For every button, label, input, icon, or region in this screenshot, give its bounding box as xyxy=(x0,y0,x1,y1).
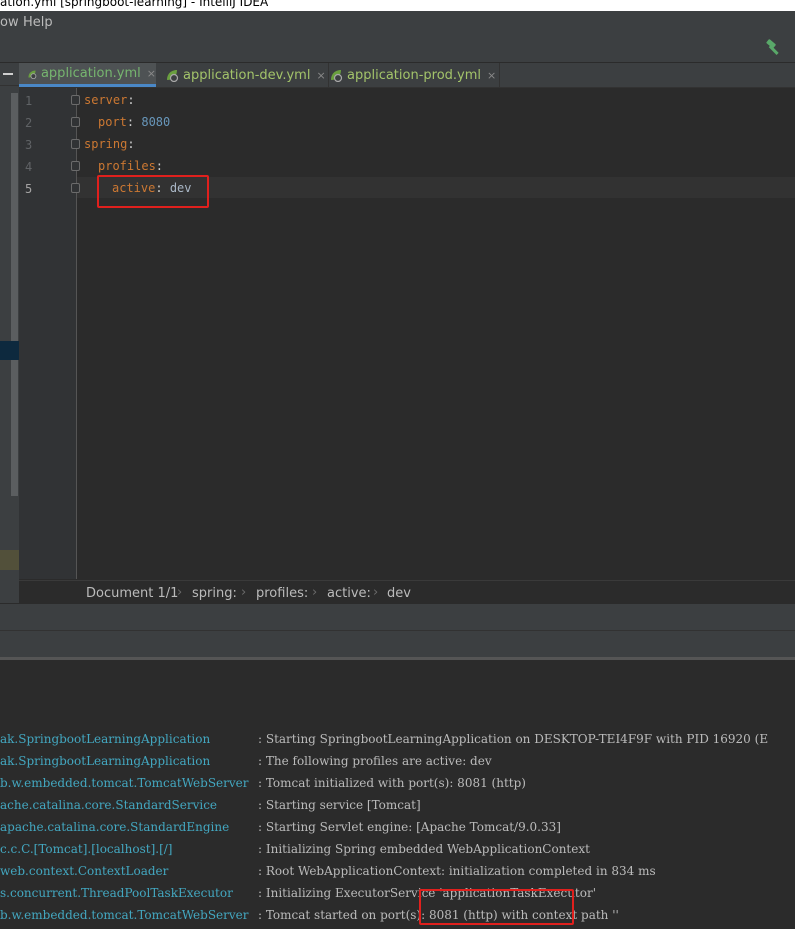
fold-marker-icon[interactable] xyxy=(71,95,80,105)
window-title-bar: ation.yml [springboot-learning] - Intell… xyxy=(0,0,795,11)
spring-leaf-icon xyxy=(331,70,343,82)
project-panel xyxy=(0,63,19,603)
spring-leaf-icon xyxy=(28,69,37,79)
tab-label: application-prod.yml xyxy=(347,67,482,83)
breadcrumb-item[interactable]: active: xyxy=(327,586,371,601)
project-panel-header xyxy=(0,63,19,86)
editor-tab-bar: application.yml × application-dev.yml × … xyxy=(19,63,795,88)
project-highlighted-row[interactable] xyxy=(0,550,19,570)
run-toolbar xyxy=(0,604,795,631)
breadcrumb-separator: › xyxy=(312,585,318,600)
breadcrumb-separator: › xyxy=(373,585,379,600)
breadcrumb-item[interactable]: spring: xyxy=(192,586,237,601)
menu-help[interactable]: Help xyxy=(23,15,53,30)
tab-application-yml[interactable]: application.yml × xyxy=(19,63,156,87)
spring-leaf-icon xyxy=(167,70,179,82)
hammer-icon[interactable] xyxy=(765,39,783,57)
collapse-icon[interactable] xyxy=(3,73,13,75)
menu-bar: ow Help xyxy=(0,11,795,33)
code-line-3: spring: xyxy=(84,137,135,151)
line-number: 5 xyxy=(25,182,33,196)
toolbar xyxy=(0,33,795,63)
console-output[interactable]: ak.SpringbootLearningApplication : Start… xyxy=(0,660,795,929)
tab-label: application.yml xyxy=(40,66,141,81)
annotation-highlight-box xyxy=(419,889,574,925)
menu-window[interactable]: ow xyxy=(0,15,19,30)
line-number: 3 xyxy=(25,138,33,152)
line-number: 4 xyxy=(25,160,33,174)
breadcrumb-item[interactable]: Document 1/1 xyxy=(86,586,178,601)
fold-marker-icon[interactable] xyxy=(71,139,80,149)
code-editor[interactable] xyxy=(77,88,795,579)
window-title: ation.yml [springboot-learning] - Intell… xyxy=(0,0,269,9)
breadcrumb-item[interactable]: profiles: xyxy=(256,586,308,601)
fold-marker-icon[interactable] xyxy=(71,161,80,171)
close-icon[interactable]: × xyxy=(487,69,496,82)
tab-application-dev-yml[interactable]: application-dev.yml × xyxy=(157,63,329,87)
close-icon[interactable]: × xyxy=(147,67,156,80)
tab-application-prod-yml[interactable]: application-prod.yml × xyxy=(321,63,500,87)
fold-marker-icon[interactable] xyxy=(71,183,80,193)
project-selected-row[interactable] xyxy=(0,341,19,360)
annotation-highlight-box xyxy=(97,175,209,208)
breadcrumb-separator: › xyxy=(177,585,183,600)
breadcrumb: Document 1/1 › spring: › profiles: › act… xyxy=(19,580,795,605)
line-number: 1 xyxy=(25,94,33,108)
tab-label: application-dev.yml xyxy=(183,67,311,83)
editor-gutter: 1 2 3 4 5 xyxy=(19,88,80,579)
code-line-1: server: xyxy=(84,93,135,107)
breadcrumb-separator: › xyxy=(241,585,247,600)
breadcrumb-item[interactable]: dev xyxy=(387,586,411,601)
code-line-2: port: 8080 xyxy=(98,115,171,129)
fold-marker-icon[interactable] xyxy=(71,117,80,127)
project-scrollbar[interactable] xyxy=(11,93,18,496)
run-tabs-strip xyxy=(0,631,795,657)
line-number: 2 xyxy=(25,116,33,130)
code-line-4: profiles: xyxy=(98,159,164,173)
